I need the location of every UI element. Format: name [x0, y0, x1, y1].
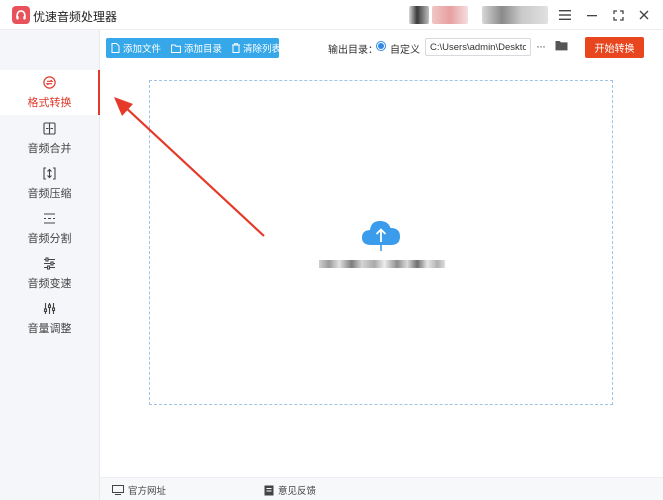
open-folder-icon[interactable] — [555, 40, 568, 54]
sidebar-item-label: 音频合并 — [27, 142, 72, 155]
title-bar: 优速音频处理器 — [0, 0, 663, 30]
file-toolbar: 添加文件 添加目录 清除列表 — [106, 38, 281, 58]
minimize-icon[interactable] — [582, 5, 602, 25]
add-directory-button[interactable]: 添加目录 — [166, 38, 227, 58]
add-file-icon — [111, 43, 120, 53]
trash-icon — [232, 43, 241, 53]
close-icon[interactable] — [634, 5, 654, 25]
app-logo-icon — [12, 6, 30, 24]
compress-icon — [43, 167, 57, 181]
add-file-button[interactable]: 添加文件 — [106, 38, 166, 58]
split-icon — [43, 212, 57, 226]
browse-more-button[interactable]: ··· — [536, 39, 546, 53]
add-file-label: 添加文件 — [123, 44, 162, 55]
sidebar: 格式转换 音频合并 音频压缩 音频分割 音频变速 音量调整 — [0, 30, 100, 500]
official-website-label: 官方网址 — [128, 486, 167, 497]
blurred-drop-hint — [319, 260, 445, 268]
feedback-label: 意见反馈 — [278, 486, 317, 497]
clear-list-label: 清除列表 — [243, 44, 282, 55]
blurred-avatar — [409, 6, 429, 24]
folder-icon — [171, 44, 182, 53]
maximize-icon[interactable] — [608, 5, 628, 25]
start-convert-button[interactable]: 开始转换 — [585, 37, 644, 58]
website-icon — [112, 485, 124, 495]
sidebar-item-merge[interactable]: 音频合并 — [0, 116, 99, 161]
sidebar-item-compress[interactable]: 音频压缩 — [0, 161, 99, 206]
add-directory-label: 添加目录 — [184, 44, 223, 55]
blurred-user-name — [482, 6, 548, 24]
custom-dir-label: 自定义 — [390, 45, 420, 56]
feedback-icon — [264, 485, 274, 495]
official-website-link[interactable]: 官方网址 — [112, 483, 166, 497]
footer: 官方网址 意见反馈 — [100, 477, 663, 500]
output-dir-label: 输出目录： — [328, 45, 378, 56]
sidebar-item-label: 音频分割 — [27, 232, 72, 245]
volume-icon — [43, 302, 57, 316]
sidebar-item-speed[interactable]: 音频变速 — [0, 251, 99, 296]
sidebar-item-label: 音量调整 — [27, 322, 72, 335]
custom-dir-radio[interactable] — [376, 41, 386, 51]
app-title: 优速音频处理器 — [33, 10, 118, 24]
sidebar-item-volume[interactable]: 音量调整 — [0, 296, 99, 341]
sidebar-item-split[interactable]: 音频分割 — [0, 206, 99, 251]
merge-icon — [43, 122, 57, 136]
cloud-upload-icon[interactable] — [360, 218, 402, 255]
feedback-link[interactable]: 意见反馈 — [264, 483, 316, 497]
speed-icon — [43, 257, 57, 271]
clear-list-button[interactable]: 清除列表 — [227, 38, 286, 58]
output-path-input[interactable] — [425, 38, 531, 56]
format-convert-icon — [43, 76, 57, 90]
sidebar-item-label: 音频压缩 — [27, 187, 72, 200]
sidebar-item-format-convert[interactable]: 格式转换 — [0, 70, 100, 115]
blurred-user-info — [432, 6, 468, 24]
sidebar-item-label: 格式转换 — [27, 96, 72, 109]
sidebar-item-label: 音频变速 — [27, 277, 72, 290]
menu-icon[interactable] — [555, 5, 575, 25]
